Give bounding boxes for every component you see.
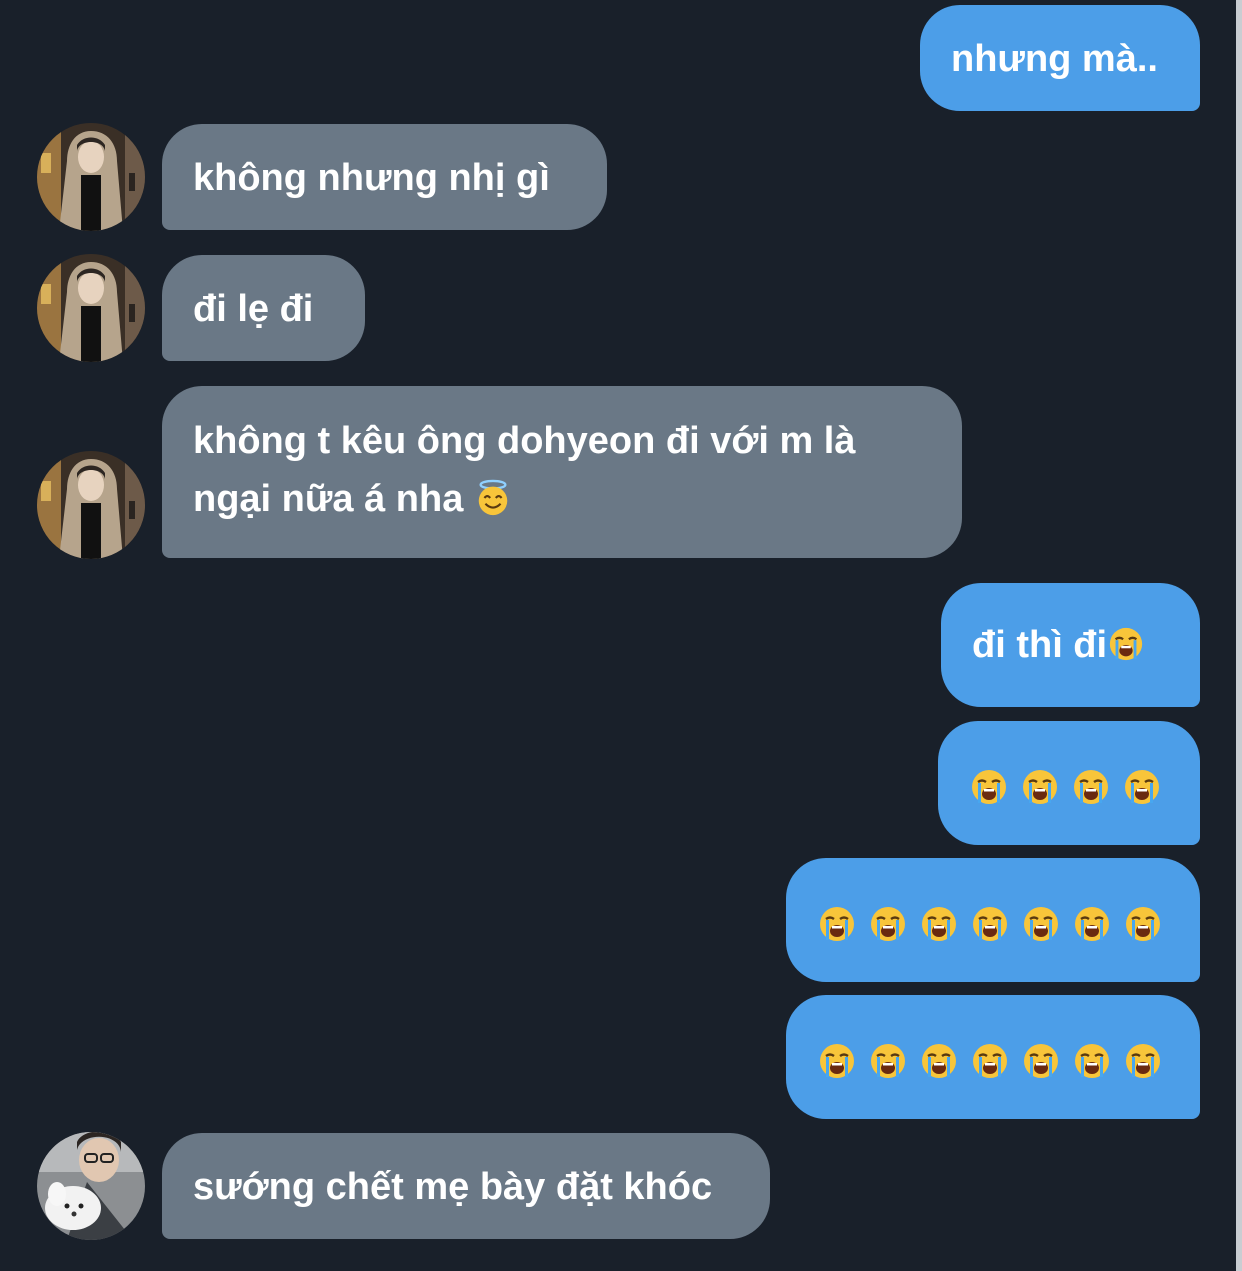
emoji-row bbox=[817, 904, 1200, 944]
loudly-crying-face-icon bbox=[1122, 767, 1162, 807]
loudly-crying-face-icon bbox=[1072, 904, 1112, 944]
loudly-crying-face-icon bbox=[970, 904, 1010, 944]
avatar[interactable] bbox=[37, 451, 145, 559]
loudly-crying-face-icon bbox=[919, 1041, 959, 1081]
loudly-crying-face-icon bbox=[1123, 1041, 1163, 1081]
loudly-crying-face-icon bbox=[1123, 904, 1163, 944]
message-text: đi thì đi bbox=[972, 624, 1108, 666]
outgoing-message-bubble[interactable] bbox=[786, 858, 1200, 982]
message-text: đi lẹ đi bbox=[193, 288, 314, 330]
incoming-message-bubble[interactable]: sướng chết mẹ bày đặt khóc bbox=[162, 1133, 770, 1239]
outgoing-message-bubble[interactable] bbox=[938, 721, 1200, 845]
outgoing-message-bubble[interactable]: đi thì đi bbox=[941, 583, 1200, 707]
outgoing-message-bubble[interactable] bbox=[786, 995, 1200, 1119]
avatar[interactable] bbox=[37, 254, 145, 362]
loudly-crying-face-icon bbox=[1107, 625, 1145, 663]
loudly-crying-face-icon bbox=[868, 1041, 908, 1081]
loudly-crying-face-icon bbox=[817, 904, 857, 944]
outgoing-message-bubble[interactable]: nhưng mà.. bbox=[920, 5, 1200, 111]
smiling-face-with-halo-icon bbox=[474, 479, 512, 517]
loudly-crying-face-icon bbox=[1072, 1041, 1112, 1081]
loudly-crying-face-icon bbox=[1021, 904, 1061, 944]
loudly-crying-face-icon bbox=[868, 904, 908, 944]
loudly-crying-face-icon bbox=[817, 1041, 857, 1081]
avatar[interactable] bbox=[37, 123, 145, 231]
loudly-crying-face-icon bbox=[1020, 767, 1060, 807]
incoming-message-bubble[interactable]: đi lẹ đi bbox=[162, 255, 365, 361]
loudly-crying-face-icon bbox=[1021, 1041, 1061, 1081]
loudly-crying-face-icon bbox=[970, 1041, 1010, 1081]
window-edge bbox=[1236, 0, 1242, 1271]
message-text: nhưng mà.. bbox=[951, 38, 1158, 80]
message-text-line: không t kêu ông dohyeon đi với m là bbox=[193, 420, 856, 462]
incoming-message-bubble[interactable]: không t kêu ông dohyeon đi với m là ngại… bbox=[162, 386, 962, 558]
emoji-row bbox=[969, 767, 1200, 807]
loudly-crying-face-icon bbox=[1071, 767, 1111, 807]
emoji-row bbox=[817, 1041, 1200, 1081]
message-text: sướng chết mẹ bày đặt khóc bbox=[193, 1166, 713, 1208]
avatar[interactable] bbox=[37, 1132, 145, 1240]
loudly-crying-face-icon bbox=[919, 904, 959, 944]
message-text-line: ngại nữa á nha bbox=[193, 470, 962, 528]
loudly-crying-face-icon bbox=[969, 767, 1009, 807]
incoming-message-bubble[interactable]: không nhưng nhị gì bbox=[162, 124, 607, 230]
message-text: không nhưng nhị gì bbox=[193, 157, 550, 199]
